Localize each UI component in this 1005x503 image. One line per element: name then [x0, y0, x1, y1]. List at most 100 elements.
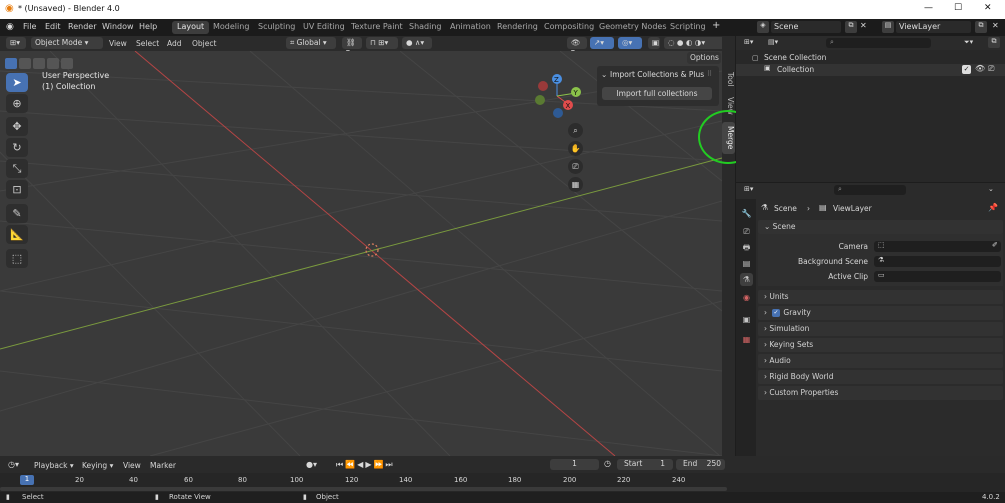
playhead-frame[interactable]: 1	[20, 475, 34, 485]
add-workspace-button[interactable]: +	[712, 20, 720, 31]
tab-shading[interactable]: Shading	[404, 21, 447, 34]
panel-rigid-body-world[interactable]: › Rigid Body World	[758, 370, 1003, 384]
output-properties-icon[interactable]: 🖶	[740, 241, 753, 254]
pin-icon[interactable]: 📌	[988, 203, 998, 212]
preview-range-icon[interactable]: ◷	[604, 459, 611, 468]
measure-tool-icon[interactable]: 📐	[6, 225, 28, 244]
panel-simulation[interactable]: › Simulation	[758, 322, 1003, 336]
camera-field[interactable]: ⬚	[874, 241, 1001, 252]
tab-texture-paint[interactable]: Texture Paint	[346, 21, 408, 34]
proportional-edit-icon[interactable]: ● ∧▾	[402, 37, 432, 49]
editor-type-icon[interactable]: ⊞▾	[6, 37, 26, 49]
scale-tool-icon[interactable]: ⤡	[6, 159, 28, 178]
tab-uv-editing[interactable]: UV Editing	[298, 21, 350, 34]
properties-options-icon[interactable]: ⌄	[988, 185, 994, 193]
panel-audio[interactable]: › Audio	[758, 354, 1003, 368]
timeline-editor-icon[interactable]: ◷▾	[8, 460, 19, 469]
annotate-tool-icon[interactable]: ✎	[6, 204, 28, 223]
timeline-menu-keying[interactable]: Keying ▾	[82, 461, 113, 470]
select-box-tool-icon[interactable]: ➤	[6, 73, 28, 92]
panel-drag-handle-icon[interactable]: ⠿	[707, 70, 712, 78]
properties-editor-icon[interactable]: ⊞▾	[744, 185, 753, 193]
close-button[interactable]: ✕	[984, 3, 992, 13]
orientation-dropdown[interactable]: ⌗ Global ▾	[286, 37, 336, 49]
panel-custom-properties[interactable]: › Custom Properties	[758, 386, 1003, 400]
import-panel-title[interactable]: Import Collections & Plus	[610, 70, 704, 79]
filter-icon[interactable]: ⏷▾	[964, 38, 973, 47]
outliner-row-collection[interactable]: ▣ Collection ✓ 👁 ⎚	[736, 64, 1005, 76]
menu-edit[interactable]: Edit	[45, 22, 61, 31]
exclude-checkbox[interactable]: ✓	[962, 65, 971, 74]
select-subtract-icon[interactable]	[33, 58, 45, 69]
viewlayer-icon[interactable]: ▤	[882, 21, 894, 33]
3d-viewport[interactable]: User Perspective (1) Collection Options …	[0, 51, 722, 456]
select-mode-group[interactable]	[5, 58, 73, 69]
transform-tool-icon[interactable]: ⊡	[6, 180, 28, 199]
maximize-button[interactable]: ☐	[954, 3, 962, 13]
pan-hand-icon[interactable]: ✋	[568, 141, 583, 156]
view-layer-icon[interactable]: ▤	[740, 257, 753, 270]
tab-scripting[interactable]: Scripting	[665, 21, 711, 34]
zoom-icon[interactable]: ⌕	[568, 123, 583, 138]
select-intersect-icon[interactable]	[61, 58, 73, 69]
panel-units[interactable]: › Units	[758, 290, 1003, 304]
navigation-gizmo[interactable]: Z X Y	[528, 71, 588, 121]
move-tool-icon[interactable]: ✥	[6, 117, 28, 136]
timeline-track[interactable]: 1 20 40 60 80 100 120 140 160 180 200 22…	[0, 473, 1005, 492]
panel-gravity[interactable]: › ✓ Gravity	[758, 306, 1003, 320]
tab-tool[interactable]: Tool	[722, 68, 735, 90]
select-invert-icon[interactable]	[47, 58, 59, 69]
menu-window[interactable]: Window	[102, 22, 134, 31]
cursor-tool-icon[interactable]: ⊕	[6, 94, 28, 113]
background-scene-field[interactable]: ⚗	[874, 256, 1001, 267]
outliner-scene-collection[interactable]: Scene Collection	[764, 53, 826, 62]
collection-properties-icon[interactable]: ▣	[740, 313, 753, 326]
panel-keying-sets[interactable]: › Keying Sets	[758, 338, 1003, 352]
viewport-menu-add[interactable]: Add	[167, 39, 182, 48]
scene-properties-icon[interactable]: ⚗	[740, 273, 753, 286]
tab-animation[interactable]: Animation	[445, 21, 496, 34]
panel-chevron-icon[interactable]: ⌄	[601, 70, 607, 79]
options-dropdown[interactable]: Options	[687, 52, 721, 64]
new-scene-icon[interactable]: ⧉	[845, 21, 857, 33]
rotate-tool-icon[interactable]: ↻	[6, 138, 28, 157]
viewlayer-selector[interactable]: ViewLayer	[896, 21, 971, 33]
import-full-collections-button[interactable]: Import full collections	[602, 87, 712, 100]
pivot-icon[interactable]: ⛓▾	[342, 37, 362, 56]
world-properties-icon[interactable]: ◉	[740, 291, 753, 304]
timeline-menu-view[interactable]: View	[123, 461, 141, 470]
viewport-menu-object[interactable]: Object	[192, 39, 216, 48]
menu-file[interactable]: File	[23, 22, 36, 31]
perspective-grid-icon[interactable]: ▦	[568, 177, 583, 192]
tab-modeling[interactable]: Modeling	[208, 21, 254, 34]
viewport-menu-view[interactable]: View	[109, 39, 127, 48]
snap-icon[interactable]: ⊓ ⊞▾	[366, 37, 398, 49]
outliner-editor-icon[interactable]: ⊞▾	[744, 38, 753, 46]
playback-controls[interactable]: ⏮⏪◀▶⏩⏭	[336, 460, 395, 470]
new-viewlayer-icon[interactable]: ⧉	[975, 21, 987, 33]
properties-search-input[interactable]: ⌕	[834, 185, 906, 195]
select-extend-icon[interactable]	[19, 58, 31, 69]
end-frame-field[interactable]: End 250	[676, 459, 725, 470]
render-camera-icon[interactable]: ⎚	[988, 64, 994, 74]
new-collection-icon[interactable]: ⧉	[988, 37, 1000, 48]
display-mode-icon[interactable]: ▤▾	[768, 38, 778, 46]
blender-menu-icon[interactable]: ◉	[6, 22, 14, 32]
timeline-menu-playback[interactable]: Playback ▾	[34, 461, 74, 470]
tab-compositing[interactable]: Compositing	[539, 21, 599, 34]
timeline-menu-marker[interactable]: Marker	[150, 461, 176, 470]
mode-dropdown[interactable]: Object Mode ▾	[31, 37, 103, 49]
tab-geometry-nodes[interactable]: Geometry Nodes	[594, 21, 671, 34]
delete-viewlayer-icon[interactable]: ✕	[992, 21, 999, 30]
active-clip-field[interactable]: ▭	[874, 271, 1001, 282]
current-frame-field[interactable]: 1	[550, 459, 599, 470]
tool-settings-icon[interactable]: 🔧	[740, 207, 753, 220]
panel-scene-header[interactable]: ⌄ Scene	[758, 220, 1003, 234]
shading-modes[interactable]: ◌ ● ◐ ◑▾	[664, 37, 726, 49]
tab-layout[interactable]: Layout	[172, 21, 210, 34]
scene-icon[interactable]: ◈	[757, 21, 769, 33]
scene-selector[interactable]: Scene	[771, 21, 841, 33]
xray-icon[interactable]: ▣	[648, 37, 660, 49]
outliner-search-input[interactable]: ⌕	[826, 38, 931, 48]
start-frame-field[interactable]: Start 1	[617, 459, 673, 470]
